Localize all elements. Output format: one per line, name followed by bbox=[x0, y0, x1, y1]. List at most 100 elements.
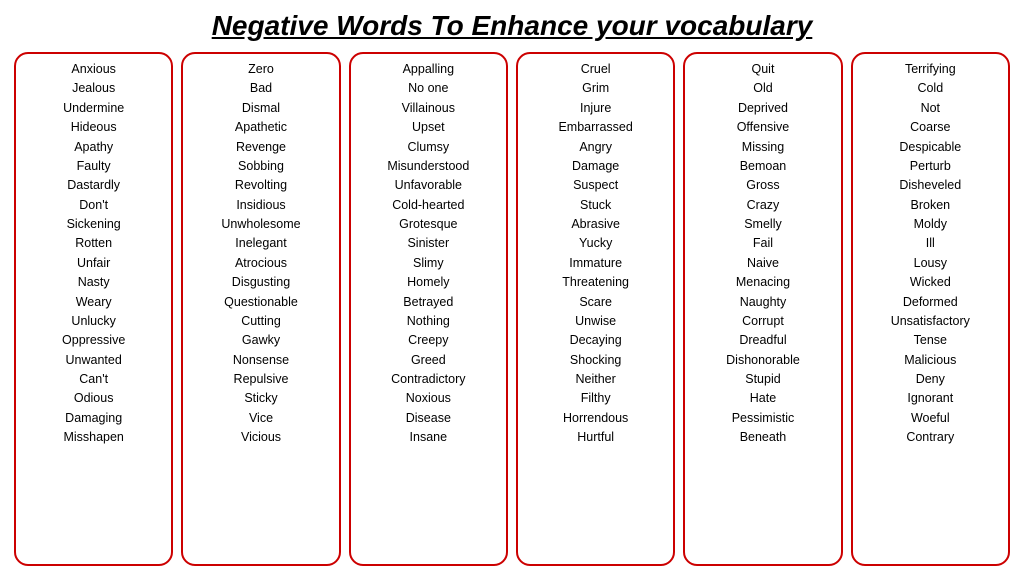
word-item: Faulty bbox=[77, 157, 111, 176]
word-item: Damaging bbox=[65, 409, 122, 428]
column-5: QuitOldDeprivedOffensiveMissingBemoanGro… bbox=[683, 52, 842, 566]
word-item: Misshapen bbox=[63, 428, 123, 447]
word-item: Dreadful bbox=[739, 331, 786, 350]
word-item: Villainous bbox=[402, 99, 455, 118]
word-item: Cold-hearted bbox=[392, 196, 464, 215]
word-item: Beneath bbox=[740, 428, 787, 447]
word-item: Nonsense bbox=[233, 351, 289, 370]
word-item: Disgusting bbox=[232, 273, 290, 292]
word-item: Pessimistic bbox=[732, 409, 795, 428]
word-item: Deprived bbox=[738, 99, 788, 118]
word-item: Insidious bbox=[236, 196, 285, 215]
word-item: Not bbox=[921, 99, 940, 118]
word-item: Quit bbox=[752, 60, 775, 79]
word-item: Misunderstood bbox=[387, 157, 469, 176]
word-item: Malicious bbox=[904, 351, 956, 370]
word-item: Horrendous bbox=[563, 409, 628, 428]
word-item: Hurtful bbox=[577, 428, 614, 447]
word-item: Unfavorable bbox=[395, 176, 462, 195]
word-item: No one bbox=[408, 79, 448, 98]
word-item: Wicked bbox=[910, 273, 951, 292]
word-item: Nothing bbox=[407, 312, 450, 331]
word-item: Dastardly bbox=[67, 176, 120, 195]
word-item: Cold bbox=[917, 79, 943, 98]
word-item: Hate bbox=[750, 389, 776, 408]
word-item: Dismal bbox=[242, 99, 280, 118]
word-item: Cutting bbox=[241, 312, 281, 331]
word-item: Nasty bbox=[78, 273, 110, 292]
word-item: Vice bbox=[249, 409, 273, 428]
word-item: Revolting bbox=[235, 176, 287, 195]
word-item: Despicable bbox=[899, 138, 961, 157]
word-item: Naughty bbox=[740, 293, 787, 312]
word-item: Abrasive bbox=[571, 215, 620, 234]
word-item: Offensive bbox=[737, 118, 790, 137]
word-item: Immature bbox=[569, 254, 622, 273]
word-item: Oppressive bbox=[62, 331, 125, 350]
word-item: Clumsy bbox=[407, 138, 449, 157]
word-item: Creepy bbox=[408, 331, 448, 350]
word-item: Angry bbox=[579, 138, 612, 157]
word-item: Questionable bbox=[224, 293, 298, 312]
word-item: Damage bbox=[572, 157, 619, 176]
word-item: Anxious bbox=[71, 60, 115, 79]
word-item: Sticky bbox=[244, 389, 277, 408]
word-item: Smelly bbox=[744, 215, 782, 234]
word-item: Old bbox=[753, 79, 772, 98]
word-item: Perturb bbox=[910, 157, 951, 176]
word-item: Don't bbox=[79, 196, 108, 215]
page: Negative Words To Enhance your vocabular… bbox=[0, 0, 1024, 576]
word-item: Injure bbox=[580, 99, 611, 118]
word-item: Gross bbox=[746, 176, 779, 195]
word-item: Repulsive bbox=[234, 370, 289, 389]
word-item: Ignorant bbox=[907, 389, 953, 408]
column-6: TerrifyingColdNotCoarseDespicablePerturb… bbox=[851, 52, 1010, 566]
word-item: Upset bbox=[412, 118, 445, 137]
word-item: Betrayed bbox=[403, 293, 453, 312]
word-item: Contradictory bbox=[391, 370, 465, 389]
word-item: Unfair bbox=[77, 254, 110, 273]
word-item: Slimy bbox=[413, 254, 444, 273]
word-item: Naive bbox=[747, 254, 779, 273]
column-3: AppallingNo oneVillainousUpsetClumsyMisu… bbox=[349, 52, 508, 566]
word-item: Woeful bbox=[911, 409, 950, 428]
word-item: Fail bbox=[753, 234, 773, 253]
columns-container: AnxiousJealousUndermineHideousApathyFaul… bbox=[14, 52, 1010, 566]
word-item: Hideous bbox=[71, 118, 117, 137]
word-item: Bemoan bbox=[740, 157, 787, 176]
word-item: Deny bbox=[916, 370, 945, 389]
word-item: Homely bbox=[407, 273, 449, 292]
word-item: Apathy bbox=[74, 138, 113, 157]
word-item: Contrary bbox=[906, 428, 954, 447]
word-item: Ill bbox=[926, 234, 935, 253]
word-item: Sickening bbox=[67, 215, 121, 234]
word-item: Decaying bbox=[570, 331, 622, 350]
word-item: Corrupt bbox=[742, 312, 784, 331]
word-item: Embarrassed bbox=[558, 118, 632, 137]
word-item: Jealous bbox=[72, 79, 115, 98]
word-item: Inelegant bbox=[235, 234, 286, 253]
word-item: Crazy bbox=[747, 196, 780, 215]
word-item: Missing bbox=[742, 138, 784, 157]
word-item: Zero bbox=[248, 60, 274, 79]
word-item: Menacing bbox=[736, 273, 790, 292]
word-item: Disheveled bbox=[899, 176, 961, 195]
word-item: Moldy bbox=[914, 215, 947, 234]
word-item: Filthy bbox=[581, 389, 611, 408]
word-item: Neither bbox=[576, 370, 616, 389]
column-4: CruelGrimInjureEmbarrassedAngryDamageSus… bbox=[516, 52, 675, 566]
word-item: Sinister bbox=[407, 234, 449, 253]
word-item: Appalling bbox=[403, 60, 454, 79]
word-item: Shocking bbox=[570, 351, 621, 370]
column-2: ZeroBadDismalApatheticRevengeSobbingRevo… bbox=[181, 52, 340, 566]
word-item: Apathetic bbox=[235, 118, 287, 137]
word-item: Stuck bbox=[580, 196, 611, 215]
word-item: Grotesque bbox=[399, 215, 457, 234]
word-item: Greed bbox=[411, 351, 446, 370]
word-item: Unwholesome bbox=[221, 215, 300, 234]
word-item: Unsatisfactory bbox=[891, 312, 970, 331]
word-item: Terrifying bbox=[905, 60, 956, 79]
word-item: Undermine bbox=[63, 99, 124, 118]
word-item: Rotten bbox=[75, 234, 112, 253]
column-1: AnxiousJealousUndermineHideousApathyFaul… bbox=[14, 52, 173, 566]
